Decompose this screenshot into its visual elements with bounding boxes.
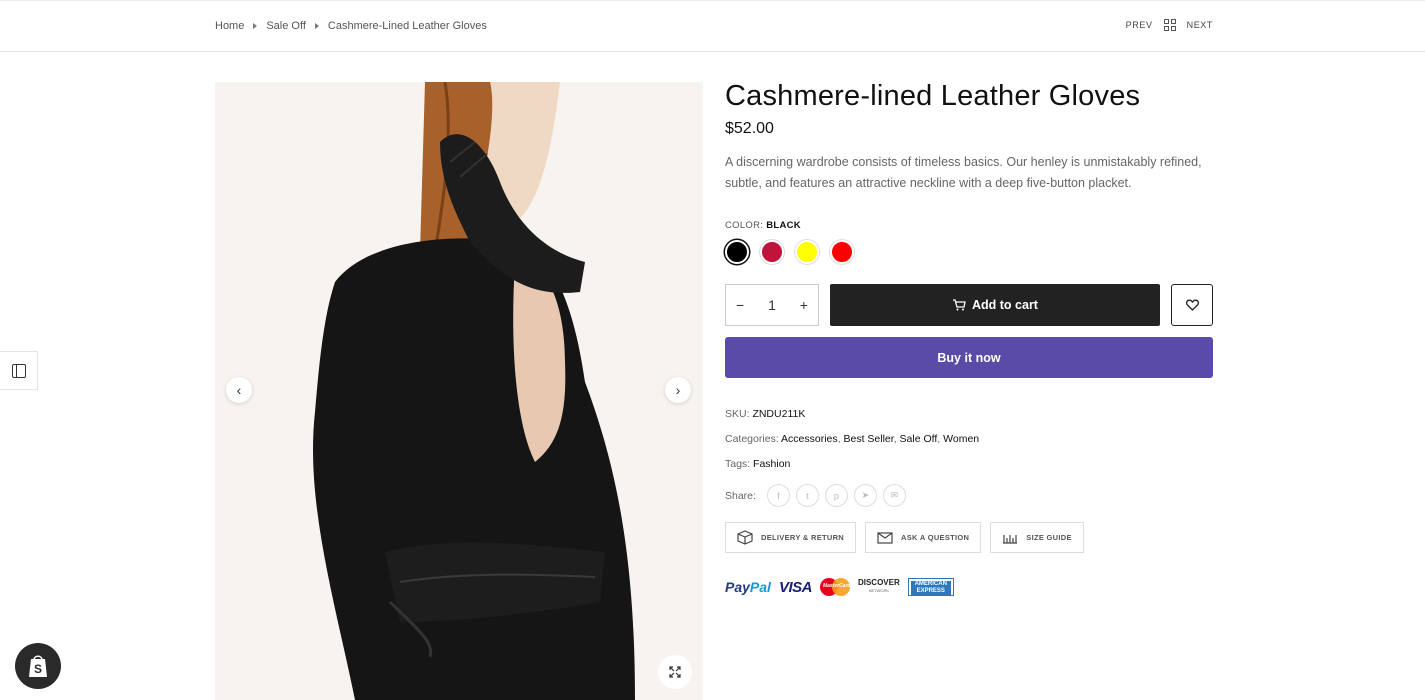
discover-sub: NETWORK: [868, 588, 890, 593]
amex-text-b: EXPRESS: [910, 588, 951, 595]
shopify-badge-button[interactable]: S: [15, 643, 61, 689]
sidebar-toggle-button[interactable]: [0, 351, 38, 390]
zoom-button[interactable]: [658, 655, 692, 689]
category-link[interactable]: Sale Off: [900, 433, 938, 445]
amex-text-a: AMERICAN: [910, 581, 951, 588]
heart-icon: [1185, 299, 1199, 311]
swatch-black[interactable]: [725, 240, 749, 264]
sku-label: SKU:: [725, 408, 750, 420]
delivery-return-label: DELIVERY & RETURN: [761, 533, 845, 542]
ask-question-button[interactable]: ASK A QUESTION: [865, 522, 982, 553]
delivery-return-button[interactable]: DELIVERY & RETURN: [725, 522, 857, 553]
categories-row: Categories: Accessories, Best Seller, Sa…: [725, 433, 980, 445]
add-to-cart-label: Add to cart: [972, 298, 1038, 312]
share-row: Share: f t p ➤ ✉: [725, 484, 1213, 507]
color-label: COLOR: BLACK: [725, 220, 1213, 231]
cart-icon: [953, 299, 966, 311]
wishlist-button[interactable]: [1171, 284, 1213, 326]
grid-icon[interactable]: [1163, 19, 1176, 31]
product-description: A discerning wardrobe consists of timele…: [725, 155, 1202, 190]
quantity-value[interactable]: 1: [768, 297, 776, 313]
gallery-prev-button[interactable]: ‹: [226, 377, 252, 403]
chevron-left-icon: ‹: [236, 382, 242, 398]
quantity-stepper: − 1 +: [725, 284, 819, 326]
ask-question-label: ASK A QUESTION: [901, 533, 970, 542]
twitter-icon[interactable]: t: [795, 484, 819, 507]
product-price: $52.00: [725, 120, 774, 137]
breadcrumb-current: Cashmere-Lined Leather Gloves: [327, 20, 487, 32]
product-image: [215, 82, 703, 700]
sku-row: SKU: ZNDU211K: [725, 408, 1213, 420]
color-value: BLACK: [766, 220, 801, 231]
prev-link[interactable]: PREV: [1126, 20, 1153, 30]
tag-link[interactable]: Fashion: [753, 458, 790, 470]
breadcrumb-separator-icon: [253, 23, 258, 29]
category-link[interactable]: Best Seller: [844, 433, 894, 445]
paypal-text-b: Pal: [749, 579, 771, 595]
buy-now-button[interactable]: Buy it now: [725, 337, 1213, 378]
product-gallery: ‹ ›: [215, 82, 703, 700]
mastercard-logo: MasterCard: [819, 578, 851, 596]
color-label-text: COLOR:: [725, 220, 764, 231]
plus-icon[interactable]: +: [800, 297, 808, 313]
mastercard-text: MasterCard: [822, 583, 851, 589]
product-meta: SKU: ZNDU211K Categories: Accessories, B…: [725, 408, 1213, 470]
chevron-right-icon: ›: [675, 382, 681, 398]
ruler-icon: [1003, 534, 1018, 544]
breadcrumb-separator-icon: [314, 23, 319, 29]
color-swatches: [725, 240, 1213, 264]
breadcrumb-home[interactable]: Home: [215, 20, 244, 32]
tags-row: Tags: Fashion: [725, 458, 1213, 470]
amex-logo: AMERICAN EXPRESS: [907, 578, 954, 596]
box-icon: [737, 530, 753, 545]
swatch-red[interactable]: [830, 240, 854, 264]
share-buttons: f t p ➤ ✉: [766, 484, 906, 507]
minus-icon[interactable]: −: [736, 297, 744, 313]
sku-value: ZNDU211K: [752, 408, 806, 420]
facebook-icon[interactable]: f: [766, 484, 790, 507]
categories-label: Categories:: [725, 433, 779, 445]
buy-row: − 1 + Add to cart: [725, 284, 1213, 326]
discover-text: DISCOVER: [857, 578, 900, 587]
product-pager: PREV NEXT: [1126, 19, 1213, 31]
swatch-crimson[interactable]: [760, 240, 784, 264]
category-link[interactable]: Accessories: [781, 433, 838, 445]
product-info: Cashmere-lined Leather Gloves $52.00 A d…: [725, 78, 1213, 596]
telegram-icon[interactable]: ➤: [853, 484, 877, 507]
breadcrumb: Home Sale Off Cashmere-Lined Leather Glo…: [215, 20, 487, 32]
expand-icon: [669, 666, 681, 678]
size-guide-button[interactable]: SIZE GUIDE: [990, 522, 1084, 553]
next-link[interactable]: NEXT: [1187, 20, 1213, 30]
product-title: Cashmere-lined Leather Gloves: [725, 80, 1141, 112]
svg-text:S: S: [34, 662, 42, 676]
breadcrumb-sale-off[interactable]: Sale Off: [266, 20, 306, 32]
add-to-cart-button[interactable]: Add to cart: [830, 284, 1160, 326]
size-guide-label: SIZE GUIDE: [1026, 533, 1072, 542]
category-link[interactable]: Women: [943, 433, 979, 445]
pinterest-icon[interactable]: p: [824, 484, 848, 507]
top-bar: Home Sale Off Cashmere-Lined Leather Glo…: [0, 0, 1425, 52]
envelope-icon: [877, 531, 893, 544]
discover-logo: DISCOVER NETWORK: [858, 579, 900, 595]
email-icon[interactable]: ✉: [882, 484, 906, 507]
gallery-next-button[interactable]: ›: [665, 377, 691, 403]
visa-logo: VISA: [778, 578, 813, 596]
paypal-text-a: Pay: [725, 579, 750, 595]
extra-links: DELIVERY & RETURN ASK A QUESTION SIZE GU…: [725, 522, 1213, 553]
tags-label: Tags:: [725, 458, 751, 470]
swatch-yellow[interactable]: [795, 240, 819, 264]
sidebar-icon: [11, 363, 26, 378]
paypal-logo: PayPal: [725, 579, 771, 595]
share-label: Share:: [725, 489, 756, 502]
shopify-bag-icon: S: [29, 655, 47, 677]
payment-methods: PayPal VISA MasterCard DISCOVER NETWORK …: [725, 578, 1213, 596]
